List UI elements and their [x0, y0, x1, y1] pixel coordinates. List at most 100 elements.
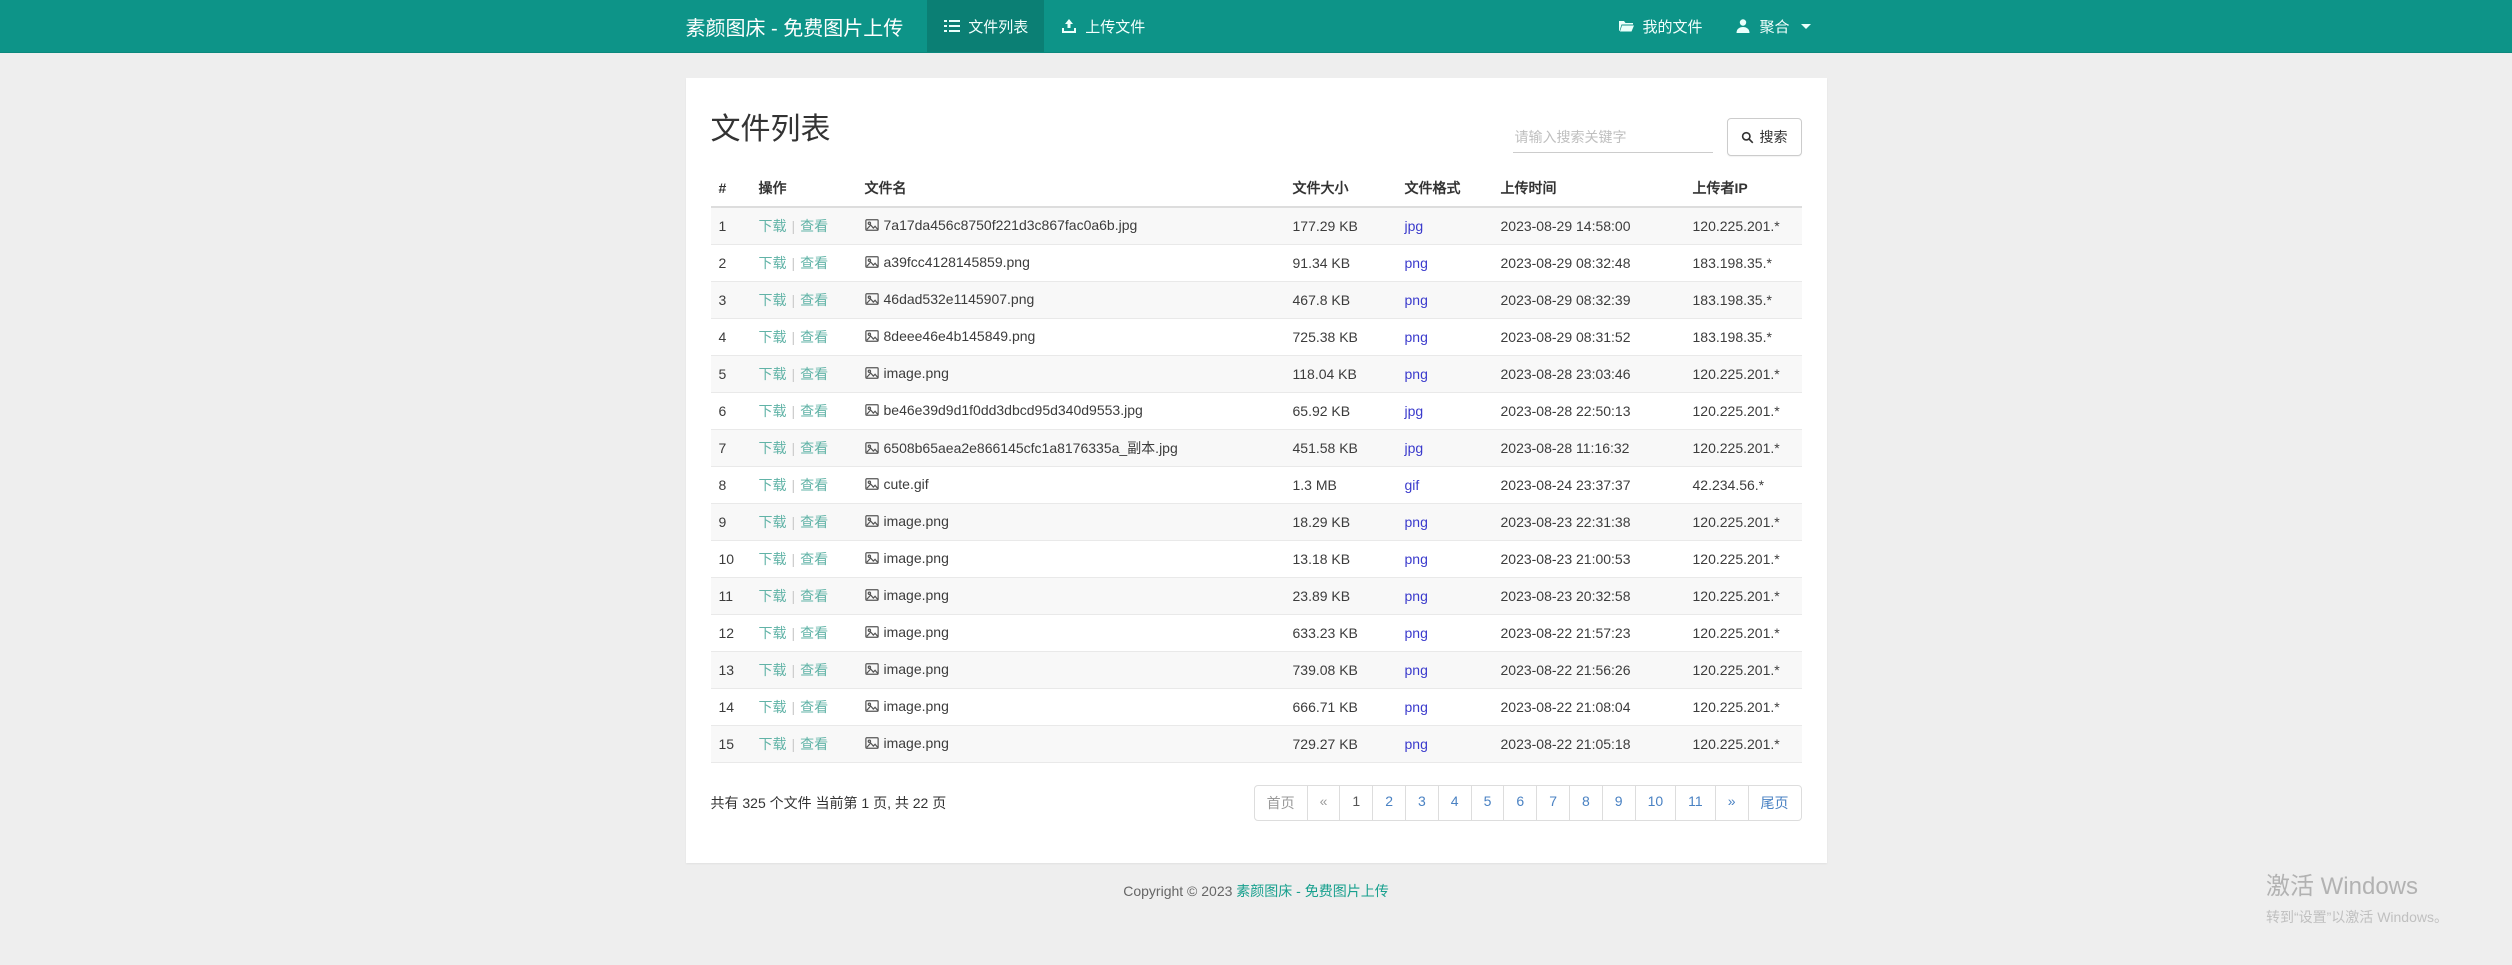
download-link[interactable]: 下载 — [759, 662, 787, 678]
file-format-link[interactable]: png — [1405, 736, 1428, 752]
pagination-item[interactable]: 首页 — [1254, 785, 1308, 821]
pagination-item[interactable]: 5 — [1471, 785, 1505, 821]
file-format-link[interactable]: png — [1405, 551, 1428, 567]
pagination-item[interactable]: 9 — [1602, 785, 1636, 821]
nav-item-file-list[interactable]: 文件列表 — [927, 0, 1044, 52]
view-link[interactable]: 查看 — [800, 662, 828, 678]
view-link[interactable]: 查看 — [800, 699, 828, 715]
uploader-ip: 183.198.35.* — [1685, 245, 1802, 282]
pagination-item[interactable]: « — [1307, 785, 1341, 821]
table-row: 15 下载|查看 image.png 729.27 KB png 2023-08… — [711, 726, 1802, 763]
file-format-link[interactable]: gif — [1405, 477, 1420, 493]
pagination-item[interactable]: 3 — [1405, 785, 1439, 821]
copyright-text: Copyright © 2023 — [1123, 883, 1236, 899]
file-format-link[interactable]: png — [1405, 292, 1428, 308]
file-format-link[interactable]: png — [1405, 255, 1428, 271]
nav-item-user-menu[interactable]: 聚合 — [1718, 0, 1826, 52]
pagination-item[interactable]: 尾页 — [1748, 785, 1802, 821]
view-link[interactable]: 查看 — [800, 551, 828, 567]
file-format-link[interactable]: png — [1405, 588, 1428, 604]
file-format-link[interactable]: png — [1405, 366, 1428, 382]
image-file-icon — [865, 625, 879, 642]
row-index: 5 — [711, 356, 751, 393]
pagination-item[interactable]: 10 — [1635, 785, 1677, 821]
page-footer: Copyright © 2023 素颜图床 - 免费图片上传 — [0, 881, 2512, 901]
download-link[interactable]: 下载 — [759, 625, 787, 641]
upload-time: 2023-08-24 23:37:37 — [1493, 467, 1685, 504]
table-header-row: # 操作 文件名 文件大小 文件格式 上传时间 上传者IP — [711, 170, 1802, 207]
view-link[interactable]: 查看 — [800, 736, 828, 752]
download-link[interactable]: 下载 — [759, 514, 787, 530]
upload-time: 2023-08-22 21:57:23 — [1493, 615, 1685, 652]
table-row: 9 下载|查看 image.png 18.29 KB png 2023-08-2… — [711, 504, 1802, 541]
pagination-item[interactable]: 8 — [1569, 785, 1603, 821]
view-link[interactable]: 查看 — [800, 477, 828, 493]
image-file-icon — [865, 477, 879, 494]
download-link[interactable]: 下载 — [759, 292, 787, 308]
view-link[interactable]: 查看 — [800, 255, 828, 271]
file-size: 118.04 KB — [1285, 356, 1397, 393]
pagination-item[interactable]: 6 — [1503, 785, 1537, 821]
action-separator: | — [787, 625, 801, 641]
download-link[interactable]: 下载 — [759, 255, 787, 271]
view-link[interactable]: 查看 — [800, 403, 828, 419]
view-link[interactable]: 查看 — [800, 514, 828, 530]
table-row: 5 下载|查看 image.png 118.04 KB png 2023-08-… — [711, 356, 1802, 393]
col-header-size: 文件大小 — [1285, 170, 1397, 207]
table-body: 1 下载|查看 7a17da456c8750f221d3c867fac0a6b.… — [711, 207, 1802, 763]
view-link[interactable]: 查看 — [800, 329, 828, 345]
image-file-icon — [865, 292, 879, 309]
file-size: 23.89 KB — [1285, 578, 1397, 615]
download-link[interactable]: 下载 — [759, 477, 787, 493]
download-link[interactable]: 下载 — [759, 218, 787, 234]
nav-item-upload[interactable]: 上传文件 — [1044, 0, 1161, 52]
download-link[interactable]: 下载 — [759, 588, 787, 604]
row-index: 8 — [711, 467, 751, 504]
download-link[interactable]: 下载 — [759, 551, 787, 567]
search-button-label: 搜索 — [1760, 127, 1788, 147]
view-link[interactable]: 查看 — [800, 588, 828, 604]
download-link[interactable]: 下载 — [759, 329, 787, 345]
download-link[interactable]: 下载 — [759, 736, 787, 752]
footer-site-link[interactable]: 素颜图床 - 免费图片上传 — [1236, 883, 1388, 899]
pagination-item[interactable]: 2 — [1372, 785, 1406, 821]
view-link[interactable]: 查看 — [800, 366, 828, 382]
action-separator: | — [787, 699, 801, 715]
file-format-link[interactable]: png — [1405, 662, 1428, 678]
view-link[interactable]: 查看 — [800, 440, 828, 456]
file-size: 18.29 KB — [1285, 504, 1397, 541]
file-format-link[interactable]: jpg — [1405, 440, 1424, 456]
search-box: 搜索 — [1513, 118, 1802, 156]
brand-link[interactable]: 素颜图床 - 免费图片上传 — [686, 0, 928, 52]
view-link[interactable]: 查看 — [800, 218, 828, 234]
view-link[interactable]: 查看 — [800, 292, 828, 308]
nav-item-my-files[interactable]: 我的文件 — [1601, 0, 1718, 52]
file-format-link[interactable]: jpg — [1405, 218, 1424, 234]
view-link[interactable]: 查看 — [800, 625, 828, 641]
file-name: a39fcc4128145859.png — [884, 254, 1030, 270]
pagination-item[interactable]: 4 — [1438, 785, 1472, 821]
uploader-ip: 120.225.201.* — [1685, 726, 1802, 763]
file-format-link[interactable]: jpg — [1405, 403, 1424, 419]
file-format-link[interactable]: png — [1405, 329, 1428, 345]
file-format-link[interactable]: png — [1405, 699, 1428, 715]
pagination-item[interactable]: » — [1715, 785, 1749, 821]
file-format-link[interactable]: png — [1405, 625, 1428, 641]
pagination-item[interactable]: 1 — [1339, 785, 1373, 821]
pagination-item[interactable]: 7 — [1536, 785, 1570, 821]
col-header-actions: 操作 — [751, 170, 857, 207]
table-row: 2 下载|查看 a39fcc4128145859.png 91.34 KB pn… — [711, 245, 1802, 282]
nav-item-label: 文件列表 — [968, 16, 1028, 37]
download-link[interactable]: 下载 — [759, 366, 787, 382]
search-button[interactable]: 搜索 — [1727, 118, 1802, 156]
file-format-link[interactable]: png — [1405, 514, 1428, 530]
download-link[interactable]: 下载 — [759, 699, 787, 715]
file-size: 725.38 KB — [1285, 319, 1397, 356]
search-input[interactable] — [1513, 122, 1713, 153]
image-file-icon — [865, 441, 879, 458]
download-link[interactable]: 下载 — [759, 403, 787, 419]
download-link[interactable]: 下载 — [759, 440, 787, 456]
file-size: 666.71 KB — [1285, 689, 1397, 726]
pagination-item[interactable]: 11 — [1675, 785, 1716, 821]
image-file-icon — [865, 403, 879, 420]
